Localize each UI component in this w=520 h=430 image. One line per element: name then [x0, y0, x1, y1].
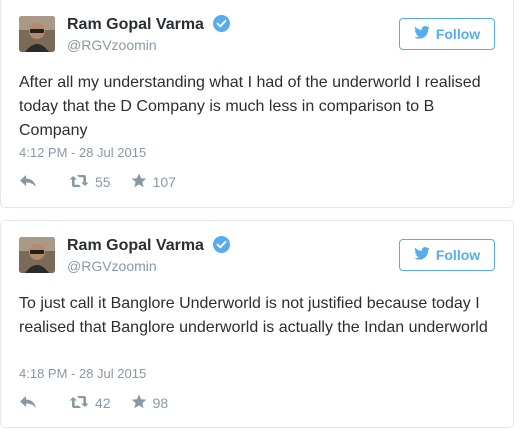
verified-badge-icon — [213, 15, 231, 37]
tweet-timestamp[interactable]: 4:12 PM - 28 Jul 2015 — [19, 145, 146, 160]
tweet-timestamp[interactable]: 4:18 PM - 28 Jul 2015 — [19, 366, 146, 381]
favorite-count: 107 — [152, 174, 176, 190]
retweet-count: 42 — [95, 395, 111, 411]
tweet-actions: 42 98 — [19, 393, 168, 413]
tweet-card: Ram Gopal Varma @RGVzoomin Follow After … — [0, 0, 514, 208]
tweet-card: Ram Gopal Varma @RGVzoomin Follow To jus… — [0, 220, 514, 428]
retweet-icon — [69, 174, 89, 191]
retweet-button[interactable]: 42 — [69, 395, 111, 412]
favorite-button[interactable]: 98 — [131, 394, 169, 412]
author-name[interactable]: Ram Gopal Varma — [67, 15, 231, 37]
tweet-text: To just call it Banglore Underworld is n… — [19, 295, 488, 336]
retweet-count: 55 — [95, 174, 111, 190]
tweet-actions: 55 107 — [19, 172, 176, 192]
follow-label: Follow — [435, 26, 481, 42]
favorite-star-icon — [131, 394, 147, 412]
author-name-text[interactable]: Ram Gopal Varma — [67, 16, 204, 33]
author-name[interactable]: Ram Gopal Varma — [67, 236, 231, 258]
follow-label: Follow — [435, 247, 481, 263]
avatar[interactable] — [19, 16, 55, 52]
reply-button[interactable] — [19, 174, 37, 191]
author-handle[interactable]: @RGVzoomin — [67, 258, 157, 274]
retweet-button[interactable]: 55 — [69, 174, 111, 191]
avatar[interactable] — [19, 237, 55, 273]
favorite-star-icon — [131, 173, 147, 191]
reply-icon — [19, 174, 37, 191]
tweet-text: After all my understanding what I had of… — [19, 74, 481, 139]
twitter-bird-icon — [414, 247, 430, 263]
favorite-button[interactable]: 107 — [131, 173, 176, 191]
author-name-text[interactable]: Ram Gopal Varma — [67, 237, 204, 254]
reply-icon — [19, 395, 37, 412]
twitter-bird-icon — [414, 26, 430, 42]
reply-button[interactable] — [19, 395, 37, 412]
follow-button[interactable]: Follow — [399, 18, 495, 50]
author-handle[interactable]: @RGVzoomin — [67, 37, 157, 53]
follow-button[interactable]: Follow — [399, 239, 495, 271]
retweet-icon — [69, 395, 89, 412]
verified-badge-icon — [213, 236, 231, 258]
favorite-count: 98 — [152, 395, 169, 411]
